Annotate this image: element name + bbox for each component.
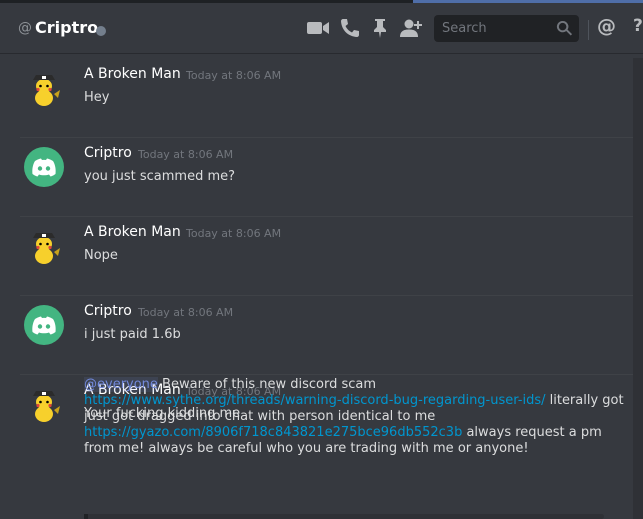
horizontal-scrollbar[interactable] [84,514,604,519]
message-username[interactable]: Criptro [84,145,132,161]
header-divider [588,20,589,40]
message-timestamp: Today at 8:06 AM [138,306,234,319]
discord-logo-avatar[interactable] [24,305,64,345]
message-timestamp: Today at 8:06 AM [186,227,282,240]
message-text: you just scammed me? [84,169,236,184]
message-username[interactable]: A Broken Man [84,66,181,82]
message-username[interactable]: A Broken Man [84,224,181,240]
message-text: Hey [84,90,110,105]
phone-icon[interactable] [338,17,362,39]
channel-name[interactable]: Criptro [35,18,98,37]
channel-header: @ Criptro @ ? [0,3,643,53]
discord-logo-avatar[interactable] [24,147,64,187]
pirate-pikachu-avatar[interactable] [24,384,64,424]
message-timestamp: Today at 8:06 AM [138,148,234,161]
message-divider [20,216,643,217]
scrollbar[interactable] [633,58,643,519]
dm-at-icon: @ [18,20,32,36]
help-icon[interactable]: ? [633,16,643,36]
video-icon[interactable] [306,17,330,39]
pin-icon[interactable] [368,17,392,39]
everyone-mention[interactable]: @everyone [84,377,158,392]
add-user-icon[interactable] [399,17,423,39]
mentions-icon[interactable]: @ [597,15,616,37]
message-text: @everyone Beware of this new discord sca… [84,377,629,457]
status-indicator [96,26,106,36]
message-text: Nope [84,248,118,263]
message-timestamp: Today at 8:06 AM [186,69,282,82]
pirate-pikachu-avatar[interactable] [24,68,64,108]
message-divider [20,295,643,296]
warning-text: Beware of this new discord scam [157,377,377,392]
search-box[interactable] [434,15,579,42]
pirate-pikachu-avatar[interactable] [24,226,64,266]
message-divider [20,374,643,375]
link[interactable]: https://www.sythe.org/threads/warning-di… [84,393,545,408]
message-text: i just paid 1.6b [84,327,181,342]
message-username[interactable]: Criptro [84,303,132,319]
link[interactable]: https://gyazo.com/8906f718c843821e275bce… [84,425,462,440]
message-divider [20,137,643,138]
scrollbar-thumb[interactable] [84,514,88,519]
search-input[interactable] [434,15,554,42]
search-icon [556,20,573,37]
